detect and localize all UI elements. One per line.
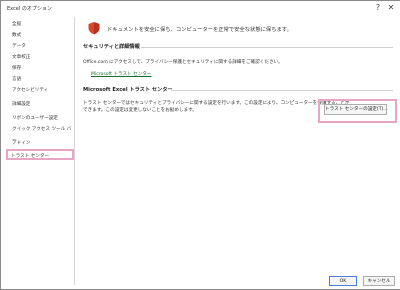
trust-center-description-line1: トラスト センターではセキュリティとプライバシーに関する設定を行います。この設定…: [83, 101, 350, 106]
sidebar-item-data[interactable]: データ: [9, 41, 73, 52]
sidebar-item-save[interactable]: 保存: [9, 63, 73, 74]
security-section-title: セキュリティと詳細情報: [83, 44, 140, 50]
sidebar-item-language[interactable]: 言語: [9, 74, 73, 85]
sidebar-item-general[interactable]: 全般: [9, 19, 73, 30]
header-description: ドキュメントを安全に保ち、コンピューターを正常で安全な状態に保ちます。: [107, 27, 292, 33]
sidebar-item-accessibility[interactable]: アクセシビリティ: [9, 85, 73, 96]
trust-center-description-line2: できます。この設定は変更しないことをお勧めします。: [83, 108, 197, 113]
trust-center-section-title: Microsoft Excel トラスト センター: [83, 87, 173, 93]
trust-center-settings-button[interactable]: トラスト センターの設定(T)...: [324, 104, 388, 115]
main-panel: ドキュメントを安全に保ち、コンピューターを正常で安全な状態に保ちます。 セキュリ…: [79, 17, 397, 267]
sidebar-item-quick-access-toolbar[interactable]: クイック アクセス ツール バー: [9, 124, 73, 143]
sidebar-item-trust-center[interactable]: トラスト センター: [6, 149, 74, 160]
sidebar-item-advanced[interactable]: 詳細設定: [9, 99, 73, 110]
trust-center-link[interactable]: Microsoft トラスト センター: [91, 71, 151, 77]
sidebar-item-addins[interactable]: アドイン: [9, 138, 73, 149]
close-button[interactable]: ✕: [385, 2, 397, 14]
ok-button[interactable]: OK: [329, 276, 357, 286]
trust-center-divider: [171, 90, 393, 91]
security-description: Office.com にアクセスして、プライバシー保護とセキュリティに関する詳細…: [83, 60, 283, 65]
title-bar: Excel のオプション ? ✕: [1, 1, 400, 16]
sidebar-item-formulas[interactable]: 数式: [9, 30, 73, 41]
options-dialog: Excel のオプション ? ✕ 全般 数式 データ 文章校正 保存 言語 アク…: [0, 0, 400, 290]
help-button[interactable]: ?: [372, 2, 384, 14]
sidebar: 全般 数式 データ 文章校正 保存 言語 アクセシビリティ 詳細設定 リボンのユ…: [4, 17, 75, 285]
security-divider: [141, 47, 393, 48]
sidebar-item-proofing[interactable]: 文章校正: [9, 52, 73, 63]
window-title: Excel のオプション: [7, 6, 52, 12]
sidebar-item-customize-ribbon[interactable]: リボンのユーザー設定: [9, 113, 73, 124]
shield-icon: [88, 22, 100, 35]
cancel-button[interactable]: キャンセル: [363, 276, 395, 286]
